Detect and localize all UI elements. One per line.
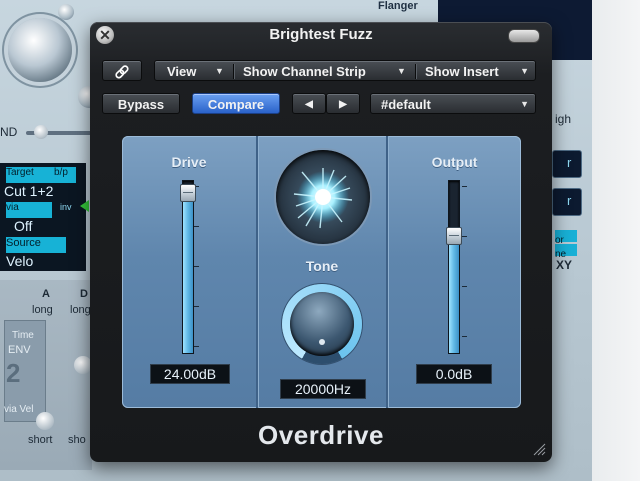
drive-label: Drive bbox=[171, 154, 207, 170]
short-label: short bbox=[28, 434, 53, 446]
show-channel-strip-menu[interactable]: Show Channel Strip bbox=[243, 61, 366, 80]
view-menu[interactable]: View bbox=[167, 61, 196, 80]
tick-mark bbox=[462, 236, 467, 237]
tick-mark bbox=[194, 266, 199, 267]
filter-knob[interactable] bbox=[8, 18, 72, 82]
previous-preset-button[interactable]: ◀ bbox=[292, 93, 326, 114]
toolbar-toggle-button[interactable] bbox=[508, 29, 540, 43]
mod-matrix: Target b/p Cut 1+2 via inv Off Source Ve… bbox=[0, 163, 86, 271]
background-slider-thumb[interactable] bbox=[34, 125, 48, 139]
output-label: Output bbox=[431, 154, 478, 170]
tick-mark bbox=[194, 226, 199, 227]
env-time-label: Time bbox=[12, 330, 34, 341]
source-value[interactable]: Velo bbox=[6, 253, 92, 269]
menu-divider bbox=[415, 64, 416, 79]
tick-mark bbox=[462, 336, 467, 337]
tone-visualizer bbox=[276, 150, 370, 244]
via-value[interactable]: Off bbox=[14, 218, 100, 234]
preset-menu[interactable]: #default ▼ bbox=[370, 93, 536, 114]
small-knob[interactable] bbox=[58, 4, 74, 20]
resize-grip-icon[interactable] bbox=[532, 442, 546, 456]
background-button[interactable]: r bbox=[552, 188, 582, 216]
title-bar[interactable]: ✕ Brightest Fuzz bbox=[90, 22, 552, 48]
drive-slider-fill bbox=[183, 186, 193, 353]
bypass-button[interactable]: Bypass bbox=[102, 93, 180, 114]
env-number: 2 bbox=[6, 358, 21, 388]
output-value[interactable]: 0.0dB bbox=[416, 364, 492, 384]
arrow-left-icon: ◀ bbox=[305, 99, 313, 110]
short-label-2: sho bbox=[68, 434, 86, 446]
fragment-tag: ne bbox=[555, 244, 577, 260]
plugin-name: Overdrive bbox=[258, 420, 384, 450]
fragment-label: igh bbox=[555, 112, 572, 126]
tick-mark bbox=[194, 306, 199, 307]
compare-button[interactable]: Compare bbox=[192, 93, 280, 114]
target-label: Target bbox=[6, 167, 34, 178]
drive-slider-thumb[interactable] bbox=[180, 184, 196, 203]
view-arrow-icon: ▼ bbox=[215, 66, 224, 76]
tone-label: Tone bbox=[305, 258, 339, 274]
via-label: via bbox=[6, 202, 52, 218]
tone-value[interactable]: 20000Hz bbox=[280, 379, 366, 399]
via-vel-label: via Vel bbox=[4, 404, 34, 415]
env-a-label: A bbox=[42, 288, 50, 300]
env-slider-thumb[interactable] bbox=[36, 412, 54, 430]
nd-label: ND bbox=[0, 125, 18, 139]
preset-name: #default bbox=[381, 97, 431, 112]
arrow-right-icon: ▶ bbox=[339, 99, 347, 110]
preset-arrow-icon: ▼ bbox=[520, 99, 529, 109]
output-slider[interactable] bbox=[446, 180, 462, 354]
inv-label[interactable]: inv bbox=[60, 202, 80, 218]
output-slider-thumb[interactable] bbox=[446, 227, 462, 246]
fragment-label: r bbox=[567, 193, 572, 208]
green-arrow-icon bbox=[80, 200, 89, 212]
fragment-label: XY bbox=[556, 258, 573, 272]
tone-knob-indicator bbox=[319, 339, 325, 345]
background-window-edge bbox=[592, 0, 640, 481]
effect-panel: Drive 24.00dB Tone 20000Hz Output 0.0dB bbox=[122, 136, 521, 408]
background-button[interactable]: r bbox=[552, 150, 582, 178]
flanger-label: Flanger bbox=[378, 0, 418, 12]
tick-mark bbox=[462, 286, 467, 287]
next-preset-button[interactable]: ▶ bbox=[326, 93, 360, 114]
link-button[interactable]: 🔗 bbox=[102, 60, 142, 81]
fuzz-burst-icon bbox=[293, 168, 353, 229]
drive-value[interactable]: 24.00dB bbox=[150, 364, 230, 384]
show-insert-menu[interactable]: Show Insert bbox=[425, 61, 499, 80]
bp-label: b/p bbox=[54, 167, 68, 178]
source-label: Source bbox=[6, 237, 66, 253]
env-long-a: long bbox=[32, 304, 53, 316]
show-insert-arrow-icon: ▼ bbox=[520, 66, 529, 76]
window-title: Brightest Fuzz bbox=[269, 26, 373, 43]
channel-strip-arrow-icon: ▼ bbox=[397, 66, 406, 76]
plugin-window: ✕ Brightest Fuzz 🔗 View ▼ Show Channel S… bbox=[90, 22, 552, 462]
tick-mark bbox=[194, 346, 199, 347]
output-slider-fill bbox=[449, 229, 459, 353]
link-icon: 🔗 bbox=[114, 65, 130, 79]
drive-slider[interactable] bbox=[180, 180, 196, 354]
menu-divider bbox=[233, 64, 234, 79]
toolbar-menu-bar: View ▼ Show Channel Strip ▼ Show Insert … bbox=[154, 60, 536, 81]
env-label: ENV bbox=[8, 344, 31, 356]
env-long-d: long bbox=[70, 304, 91, 316]
tone-knob[interactable] bbox=[290, 292, 354, 356]
fragment-label: r bbox=[567, 155, 572, 170]
fragment-tag: or bbox=[555, 230, 577, 246]
tick-mark bbox=[462, 186, 467, 187]
env-d-label: D bbox=[80, 288, 88, 300]
target-value[interactable]: Cut 1+2 bbox=[4, 183, 90, 199]
